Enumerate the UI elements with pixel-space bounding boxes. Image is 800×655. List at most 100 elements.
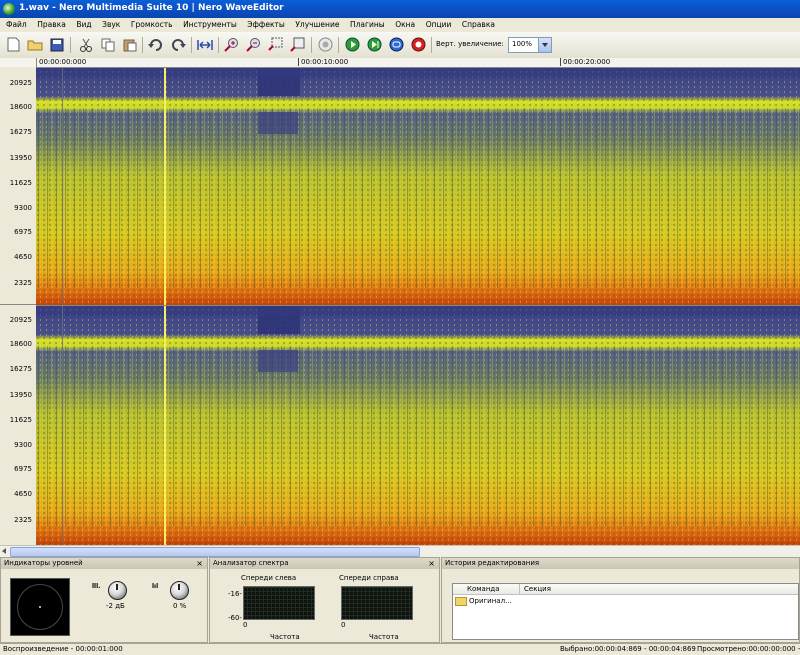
history-row[interactable]: Оригинал... [453, 595, 798, 607]
menu-sound[interactable]: Звук [102, 18, 120, 32]
edit-history-panel: История редактирования Команда Секция Ор… [441, 557, 800, 643]
toolbar-separator [338, 37, 339, 53]
menu-windows[interactable]: Окна [395, 18, 415, 32]
frequency-label-left: Частота [270, 633, 300, 641]
pan-icon: lıl [152, 583, 159, 590]
toolbar-separator [311, 37, 312, 53]
levels-panel-title: Индикаторы уровней [4, 559, 83, 567]
freq-tick-label: 4650 [14, 490, 32, 498]
record-icon[interactable] [410, 36, 427, 53]
front-right-label: Спереди справа [339, 574, 399, 582]
vertical-zoom-select[interactable]: 100% [508, 37, 552, 53]
spectrogram-channel-1[interactable] [36, 68, 800, 305]
menu-options[interactable]: Опции [426, 18, 452, 32]
freq-tick-label: 18600 [9, 340, 32, 348]
scrollbar-thumb[interactable] [10, 547, 420, 557]
zoom-in-icon[interactable] [223, 36, 240, 53]
time-label: 00:00:10:000 [298, 58, 348, 66]
toolbar: Верт. увеличение: 100% [0, 32, 800, 59]
play-selection-icon[interactable] [366, 36, 383, 53]
menu-tools[interactable]: Инструменты [183, 18, 237, 32]
copy-icon[interactable] [99, 36, 116, 53]
menu-enhance[interactable]: Улучшение [295, 18, 339, 32]
history-table-header: Команда Секция [453, 584, 798, 595]
freq-tick-label: 18600 [9, 103, 32, 111]
menu-plugins[interactable]: Плагины [350, 18, 385, 32]
time-ruler[interactable]: 00:00:00:000 00:00:10:000 00:00:20:000 [36, 58, 800, 68]
levels-panel: Индикаторы уровней × lll. -2 дБ lıl 0 % [0, 557, 208, 643]
save-icon[interactable] [48, 36, 65, 53]
freq-tick-label: 20925 [9, 316, 32, 324]
playback-status: Воспроизведение - 00:00:01:000 [3, 645, 123, 653]
time-label: 00:00:20:000 [560, 58, 610, 66]
freq-tick-label: 16275 [9, 365, 32, 373]
panel-header: Индикаторы уровней × [1, 558, 207, 569]
history-table: Команда Секция Оригинал... [452, 583, 799, 640]
zoom-out-icon[interactable] [245, 36, 262, 53]
panel-header: Анализатор спектра × [210, 558, 439, 569]
freq-tick-label: 13950 [9, 154, 32, 162]
column-header-command[interactable]: Команда [467, 584, 500, 594]
spectrum-zero-right: 0 [341, 621, 346, 629]
close-icon[interactable]: × [196, 558, 203, 569]
new-file-icon[interactable] [5, 36, 22, 53]
selection-status: Выбрано:00:00:04:869 - 00:00:04:869 [560, 645, 696, 653]
history-command: Оригинал... [469, 597, 512, 605]
spectrogram-image [36, 68, 800, 305]
freq-tick-label: 2325 [14, 279, 32, 287]
menu-bar: Файл Правка Вид Звук Громкость Инструмен… [0, 18, 800, 32]
menu-file[interactable]: Файл [6, 18, 27, 32]
vertical-zoom-label: Верт. увеличение: [436, 40, 504, 48]
freq-tick-label: 20925 [9, 79, 32, 87]
record-stop-icon[interactable] [317, 36, 334, 53]
freq-tick-label: 9300 [14, 204, 32, 212]
freq-tick-label: 11625 [9, 179, 32, 187]
freq-tick-label: 13950 [9, 391, 32, 399]
cut-icon[interactable] [77, 36, 94, 53]
freq-tick-label: 4650 [14, 253, 32, 261]
close-icon[interactable]: × [428, 558, 435, 569]
pan-value: 0 % [173, 602, 187, 610]
gain-icon: lll. [92, 583, 101, 590]
pan-knob[interactable] [170, 581, 189, 600]
menu-help[interactable]: Справка [462, 18, 495, 32]
status-bar: Воспроизведение - 00:00:01:000 Выбрано:0… [0, 643, 800, 655]
chevron-down-icon[interactable] [538, 38, 551, 52]
vertical-zoom-value: 100% [512, 40, 533, 48]
loop-icon[interactable] [388, 36, 405, 53]
menu-volume[interactable]: Громкость [131, 18, 173, 32]
toolbar-separator [218, 37, 219, 53]
play-icon[interactable] [344, 36, 361, 53]
front-left-label: Спереди слева [241, 574, 297, 582]
spectrum-meter-left [243, 586, 315, 620]
zoom-selection-icon[interactable] [267, 36, 284, 53]
column-header-section[interactable]: Секция [519, 584, 551, 594]
toolbar-separator [191, 37, 192, 53]
playback-cursor [164, 68, 166, 305]
toolbar-separator [70, 37, 71, 53]
playback-cursor [164, 306, 166, 545]
undo-icon[interactable] [147, 36, 164, 53]
spectrum-y-bottom: -60- [228, 614, 242, 622]
gain-knob[interactable] [108, 581, 127, 600]
spectrum-y-top: -16- [228, 590, 242, 598]
redo-icon[interactable] [169, 36, 186, 53]
freq-tick-label: 9300 [14, 441, 32, 449]
freq-tick-label: 6975 [14, 228, 32, 236]
freq-tick-label: 16275 [9, 128, 32, 136]
spectrum-analyzer-panel: Анализатор спектра × Спереди слева Спере… [209, 557, 440, 643]
menu-edit[interactable]: Правка [37, 18, 66, 32]
menu-view[interactable]: Вид [76, 18, 91, 32]
spectrum-panel-title: Анализатор спектра [213, 559, 289, 567]
zoom-all-icon[interactable] [289, 36, 306, 53]
menu-effects[interactable]: Эффекты [247, 18, 285, 32]
folder-icon [455, 595, 469, 607]
title-bar: 1.wav - Nero Multimedia Suite 10 | Nero … [0, 0, 800, 18]
paste-icon[interactable] [121, 36, 138, 53]
open-folder-icon[interactable] [26, 36, 43, 53]
scroll-left-icon[interactable] [2, 548, 6, 554]
spectrogram-channel-2[interactable] [36, 306, 800, 545]
spectrum-meter-right [341, 586, 413, 620]
fit-selection-icon[interactable] [196, 36, 213, 53]
horizontal-scrollbar[interactable] [0, 545, 800, 557]
